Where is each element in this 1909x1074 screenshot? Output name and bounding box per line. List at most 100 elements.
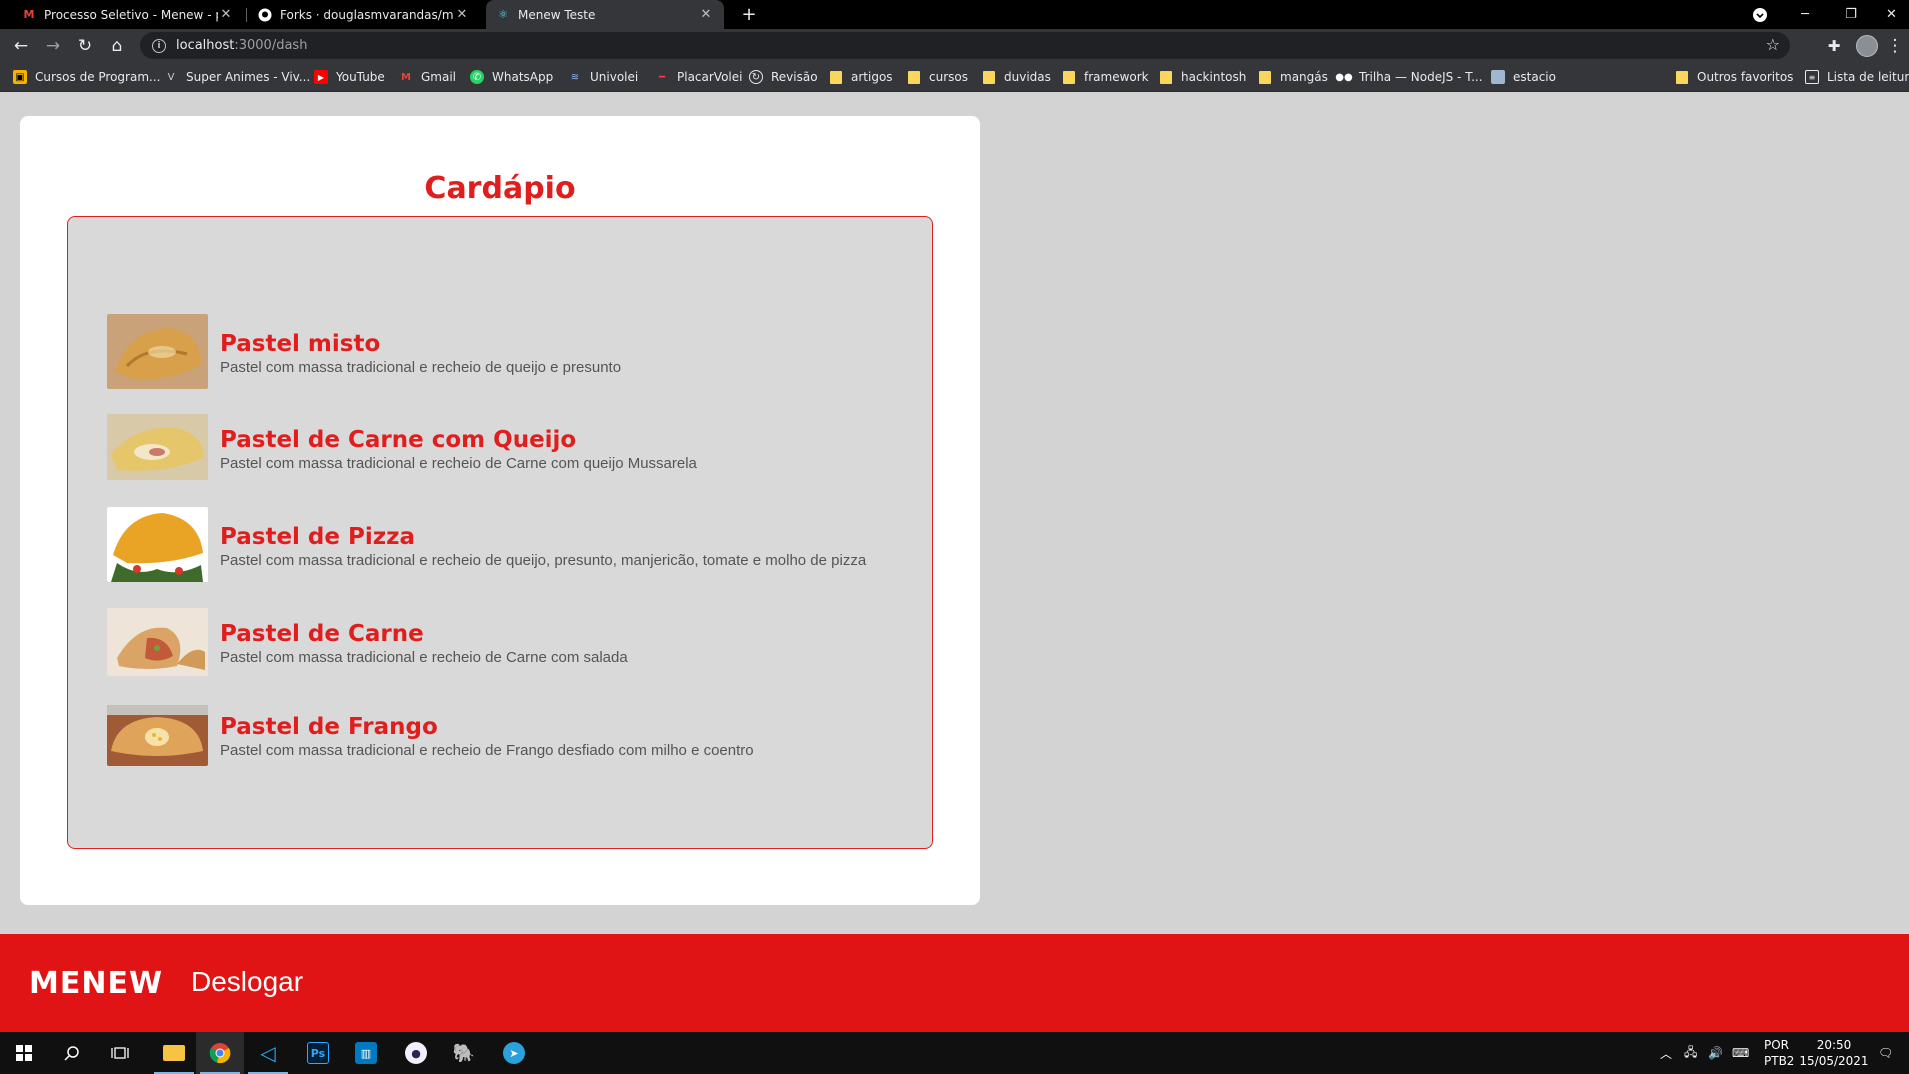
folder-icon xyxy=(1160,70,1172,84)
volume-icon[interactable]: 🔊 xyxy=(1708,1032,1723,1074)
pastel-image xyxy=(107,314,208,389)
site-info-icon[interactable]: i xyxy=(152,38,166,53)
system-clock[interactable]: 20:50 15/05/2021 xyxy=(1796,1037,1872,1069)
item-name: Pastel de Carne com Queijo xyxy=(220,427,577,453)
item-description: Pastel com massa tradicional e recheio d… xyxy=(220,359,622,376)
folder-icon xyxy=(908,70,920,84)
gmail-icon: M xyxy=(23,8,35,21)
close-icon[interactable]: ✕ xyxy=(218,7,234,22)
bookmark-site-icon: V xyxy=(167,71,175,83)
item-description: Pastel com massa tradicional e recheio d… xyxy=(220,552,867,569)
bookmark-folder[interactable]: framework xyxy=(1063,62,1149,92)
menu-item[interactable]: Pastel de Carne Pastel com massa tradici… xyxy=(107,608,628,676)
windows-start-icon[interactable] xyxy=(0,1032,48,1074)
bookmark-site-icon: ≋ xyxy=(570,71,580,83)
home-icon[interactable]: ⌂ xyxy=(101,29,133,62)
bookmark-item[interactable]: ●● Trilha — NodeJS - T... xyxy=(1335,62,1482,92)
app-footer: MENEW Deslogar xyxy=(0,934,1909,1032)
browser-menu-icon[interactable]: ⋮ xyxy=(1884,29,1906,62)
bookmark-site-icon: ━ xyxy=(658,71,666,83)
bookmark-item[interactable]: M Gmail xyxy=(399,62,456,92)
chrome-icon[interactable] xyxy=(196,1032,244,1074)
bookmark-item[interactable]: ▣ Cursos de Program... xyxy=(13,62,160,92)
bookmark-folder[interactable]: hackintosh xyxy=(1160,62,1246,92)
input-language[interactable]: POR PTB2 xyxy=(1764,1037,1794,1069)
item-name: Pastel de Pizza xyxy=(220,524,416,550)
eclipse-icon[interactable]: ● xyxy=(392,1032,440,1074)
reading-list-icon: ≡ xyxy=(1805,70,1819,84)
trello-icon[interactable]: ▥ xyxy=(342,1032,390,1074)
menu-item[interactable]: Pastel de Frango Pastel com massa tradic… xyxy=(107,705,754,766)
vscode-icon[interactable]: ◁ xyxy=(244,1032,292,1074)
menew-logo: MENEW xyxy=(29,966,164,1001)
logout-button[interactable]: Deslogar xyxy=(191,966,303,998)
telegram-icon[interactable]: ➤ xyxy=(490,1032,538,1074)
tab-title: Menew Teste xyxy=(518,7,596,22)
bookmark-item[interactable]: ↻ Revisão xyxy=(749,62,818,92)
profile-menu-icon[interactable] xyxy=(1748,0,1772,29)
item-name: Pastel de Frango xyxy=(220,714,438,740)
search-icon[interactable] xyxy=(48,1032,96,1074)
menu-item[interactable]: Pastel de Pizza Pastel com massa tradici… xyxy=(107,507,866,582)
forward-icon[interactable]: → xyxy=(37,29,69,62)
gmail-icon: M xyxy=(401,71,411,83)
bookmark-site-icon: ↻ xyxy=(749,70,763,84)
restore-icon[interactable]: ❐ xyxy=(1828,0,1874,29)
other-bookmarks-folder[interactable]: Outros favoritos xyxy=(1676,62,1793,92)
back-icon[interactable]: ← xyxy=(5,29,37,62)
tab-github[interactable]: Forks · douglasmvarandas/mene ✕ xyxy=(248,0,480,29)
avatar[interactable] xyxy=(1856,35,1878,57)
react-icon: ⚛ xyxy=(498,8,508,21)
tab-title: Processo Seletivo - Menew - patr xyxy=(44,7,218,22)
tab-gmail[interactable]: M Processo Seletivo - Menew - patr ✕ xyxy=(12,0,244,29)
bookmark-item[interactable]: ━ PlacarVolei xyxy=(655,62,743,92)
item-description: Pastel com massa tradicional e recheio d… xyxy=(220,742,754,759)
keyboard-icon[interactable]: ⌨ xyxy=(1732,1032,1749,1074)
youtube-icon: ▶ xyxy=(314,70,328,84)
pastel-image xyxy=(107,414,208,480)
tab-menew-teste[interactable]: ⚛ Menew Teste ✕ xyxy=(486,0,724,29)
folder-icon xyxy=(1676,70,1688,84)
item-description: Pastel com massa tradicional e recheio d… xyxy=(220,649,628,666)
whatsapp-icon: ✆ xyxy=(470,70,484,84)
extensions-icon[interactable]: ✚ xyxy=(1818,29,1850,62)
pastel-image xyxy=(107,608,208,676)
tab-divider xyxy=(246,8,247,22)
file-explorer-icon[interactable] xyxy=(150,1032,198,1074)
bookmark-item[interactable]: V Super Animes - Viv... xyxy=(164,62,311,92)
pastel-image xyxy=(107,705,208,766)
bookmark-folder[interactable]: artigos xyxy=(830,62,893,92)
bookmark-star-icon[interactable]: ☆ xyxy=(1766,35,1780,54)
github-icon xyxy=(258,8,272,22)
close-icon[interactable]: ✕ xyxy=(454,7,470,22)
bookmark-item[interactable]: ✆ WhatsApp xyxy=(470,62,553,92)
tab-title: Forks · douglasmvarandas/mene xyxy=(280,7,454,22)
bookmark-item[interactable]: ▶ YouTube xyxy=(314,62,385,92)
bookmark-item[interactable]: ≋ Univolei xyxy=(568,62,638,92)
address-bar[interactable]: i localhost:3000/dash ☆ xyxy=(140,32,1790,59)
network-icon[interactable]: 🖧 xyxy=(1684,1032,1697,1074)
task-view-icon[interactable] xyxy=(96,1032,144,1074)
bookmark-folder[interactable]: cursos xyxy=(908,62,968,92)
bookmark-item[interactable]: estacio xyxy=(1491,62,1556,92)
item-description: Pastel com massa tradicional e recheio d… xyxy=(220,455,697,472)
postgresql-icon[interactable]: 🐘 xyxy=(440,1032,488,1074)
menu-card: Cardápio Pastel misto Pastel com massa t… xyxy=(20,116,980,905)
photoshop-icon[interactable]: Ps xyxy=(294,1032,342,1074)
bookmark-folder[interactable]: duvidas xyxy=(983,62,1051,92)
window-close-icon[interactable]: ✕ xyxy=(1874,0,1909,29)
browser-tab-bar: M Processo Seletivo - Menew - patr ✕ For… xyxy=(0,0,1909,29)
tray-overflow-icon[interactable]: ︿ xyxy=(1660,1032,1672,1074)
bookmark-folder[interactable]: mangás xyxy=(1259,62,1328,92)
folder-icon xyxy=(1259,70,1271,84)
new-tab-button[interactable]: + xyxy=(738,0,760,29)
item-name: Pastel de Carne xyxy=(220,621,424,647)
close-icon[interactable]: ✕ xyxy=(698,7,714,22)
menu-item[interactable]: Pastel misto Pastel com massa tradiciona… xyxy=(107,314,621,389)
menu-item[interactable]: Pastel de Carne com Queijo Pastel com ma… xyxy=(107,414,697,480)
folder-icon xyxy=(830,70,842,84)
notification-icon[interactable]: 🗨 xyxy=(1878,1032,1893,1074)
minimize-icon[interactable]: ─ xyxy=(1782,0,1828,29)
reload-icon[interactable]: ↻ xyxy=(69,29,101,62)
reading-list-button[interactable]: ≡ Lista de leitura xyxy=(1805,62,1909,92)
